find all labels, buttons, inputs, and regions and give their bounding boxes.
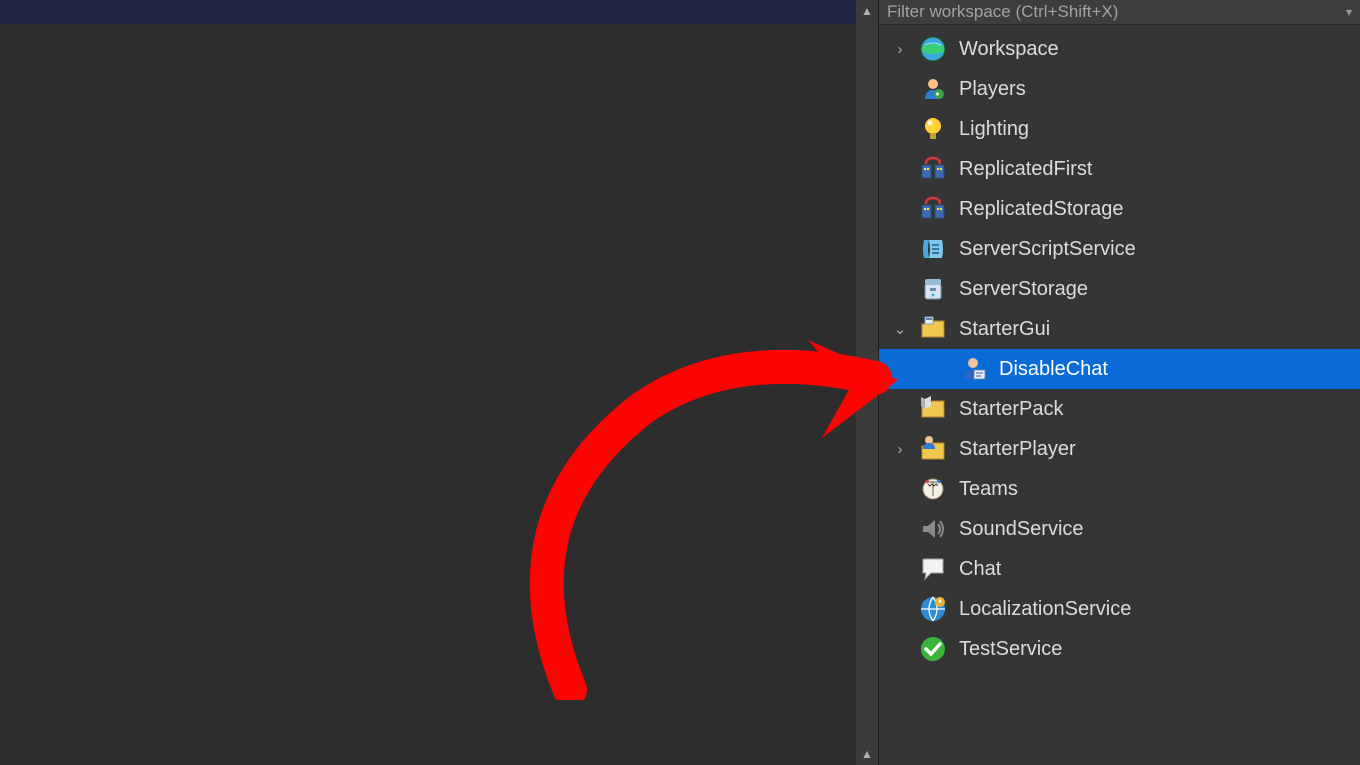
tree-item-testservice[interactable]: TestService [879, 629, 1360, 669]
scroll-down-icon[interactable]: ▲ [856, 743, 878, 765]
tree-item-soundservice[interactable]: SoundService [879, 509, 1360, 549]
tree-item-workspace[interactable]: › Workspace [879, 29, 1360, 69]
viewport-scrollbar[interactable]: ▲ ▲ [856, 0, 878, 765]
storage-icon [919, 275, 947, 303]
scroll-up-icon[interactable]: ▲ [856, 0, 878, 22]
viewport-3d[interactable] [0, 0, 856, 765]
tree-item-label: LocalizationService [959, 598, 1131, 621]
tree-item-label: DisableChat [999, 358, 1108, 381]
chevron-right-icon[interactable]: › [891, 441, 909, 458]
replicated-icon [919, 195, 947, 223]
tree-item-label: Teams [959, 478, 1018, 501]
tree-item-label: ServerStorage [959, 278, 1088, 301]
tree-item-players[interactable]: Players [879, 69, 1360, 109]
viewport-topbar [0, 0, 856, 24]
chat-icon [919, 555, 947, 583]
chevron-right-icon[interactable]: › [891, 41, 909, 58]
tree-item-teams[interactable]: Teams [879, 469, 1360, 509]
tree-item-chat[interactable]: Chat [879, 549, 1360, 589]
workspace-icon [919, 35, 947, 63]
tree-item-label: Lighting [959, 118, 1029, 141]
tree-item-label: StarterPlayer [959, 438, 1076, 461]
folder-ply-icon [919, 435, 947, 463]
players-icon [919, 75, 947, 103]
localize-icon [919, 595, 947, 623]
tree-item-label: Chat [959, 558, 1001, 581]
sound-icon [919, 515, 947, 543]
tree-item-serverstorage[interactable]: ServerStorage [879, 269, 1360, 309]
tree-item-label: TestService [959, 638, 1062, 661]
explorer-tree: › Workspace Players Lighting ReplicatedFirst… [879, 25, 1360, 669]
tree-item-localizationservice[interactable]: LocalizationService [879, 589, 1360, 629]
tree-item-starterpack[interactable]: StarterPack [879, 389, 1360, 429]
tree-item-starterplayer[interactable]: › StarterPlayer [879, 429, 1360, 469]
teams-icon [919, 475, 947, 503]
folder-gui-icon [919, 315, 947, 343]
localscript-icon [959, 355, 987, 383]
tree-item-label: SoundService [959, 518, 1084, 541]
tree-item-disablechat[interactable]: DisableChat [879, 349, 1360, 389]
tree-item-label: Players [959, 78, 1026, 101]
folder-pack-icon [919, 395, 947, 423]
app-root: ▲ ▲ Filter workspace (Ctrl+Shift+X) ▾ › W… [0, 0, 1360, 765]
tree-item-label: ReplicatedStorage [959, 198, 1124, 221]
tree-item-replicatedfirst[interactable]: ReplicatedFirst [879, 149, 1360, 189]
test-icon [919, 635, 947, 663]
tree-item-label: ServerScriptService [959, 238, 1136, 261]
filter-placeholder: Filter workspace (Ctrl+Shift+X) [887, 2, 1118, 22]
tree-item-label: StarterGui [959, 318, 1050, 341]
filter-dropdown-icon[interactable]: ▾ [1346, 5, 1352, 19]
tree-item-label: StarterPack [959, 398, 1063, 421]
explorer-panel: Filter workspace (Ctrl+Shift+X) ▾ › Works… [878, 0, 1360, 765]
chevron-down-icon[interactable]: ⌄ [891, 320, 909, 338]
lighting-icon [919, 115, 947, 143]
filter-workspace-input[interactable]: Filter workspace (Ctrl+Shift+X) ▾ [879, 0, 1360, 25]
replicated-icon [919, 155, 947, 183]
tree-item-label: ReplicatedFirst [959, 158, 1092, 181]
script-svc-icon [919, 235, 947, 263]
tree-item-lighting[interactable]: Lighting [879, 109, 1360, 149]
tree-item-label: Workspace [959, 38, 1059, 61]
tree-item-serverscriptservice[interactable]: ServerScriptService [879, 229, 1360, 269]
tree-item-replicatedstorage[interactable]: ReplicatedStorage [879, 189, 1360, 229]
tree-item-startergui[interactable]: ⌄ StarterGui [879, 309, 1360, 349]
